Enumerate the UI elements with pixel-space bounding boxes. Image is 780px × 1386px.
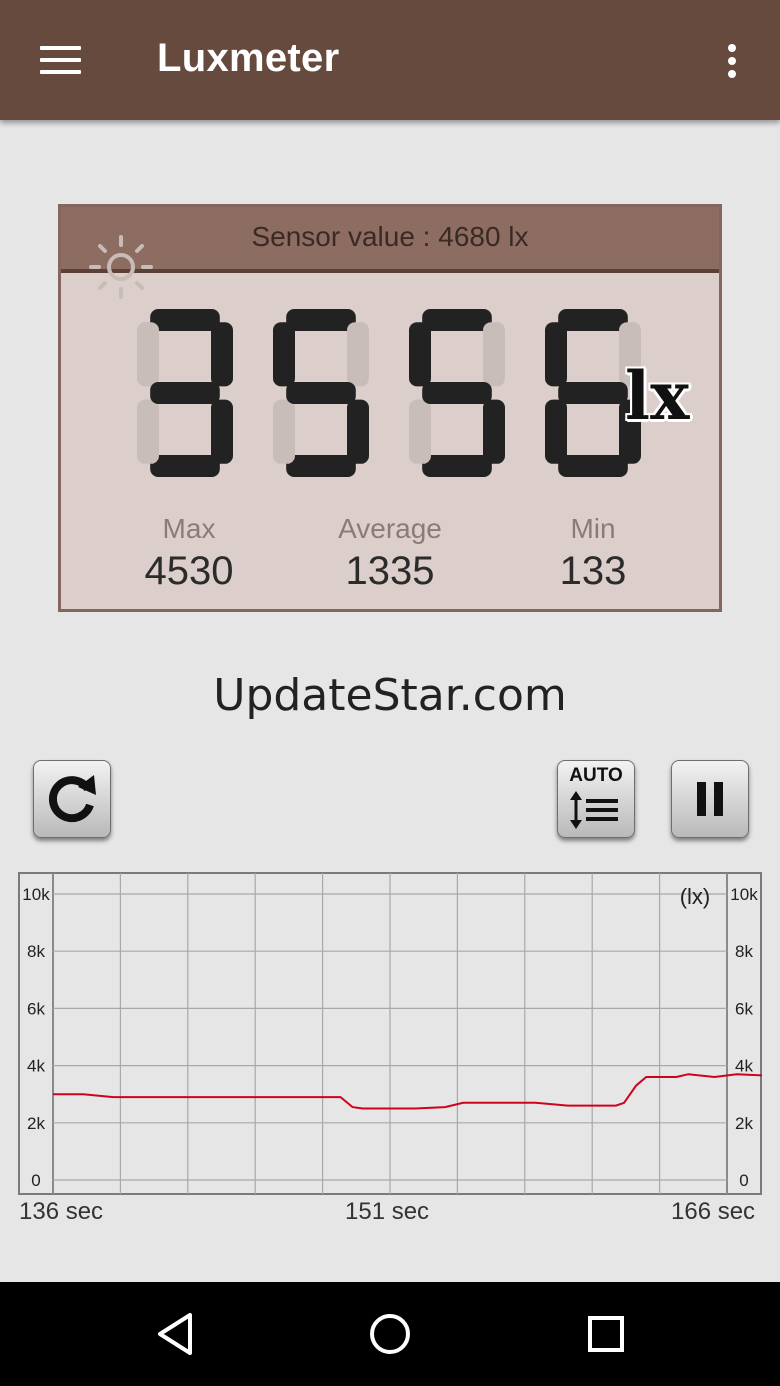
y-tick-label: 0 bbox=[31, 1171, 40, 1190]
digit-2-segment-a bbox=[286, 309, 356, 331]
digit-1-segment-b bbox=[211, 322, 233, 387]
sensor-value-text: Sensor value : 4680 lx bbox=[251, 221, 529, 252]
max-value: 4530 bbox=[144, 549, 234, 593]
refresh-icon bbox=[48, 775, 96, 823]
digit-1-segment-d bbox=[150, 455, 220, 477]
digit-3-segment-d bbox=[422, 455, 492, 477]
lux-unit-label: lx bbox=[625, 357, 690, 435]
digit-3-segment-b bbox=[483, 322, 505, 387]
stat-max: Max 4530 bbox=[89, 513, 289, 594]
y-tick-label: 2k bbox=[27, 1114, 45, 1133]
back-triangle-icon[interactable] bbox=[140, 1299, 210, 1369]
more-vert-icon[interactable] bbox=[716, 38, 750, 84]
digit-2-segment-e bbox=[273, 399, 295, 464]
home-circle-icon[interactable] bbox=[355, 1299, 425, 1369]
hamburger-menu-icon[interactable] bbox=[34, 40, 86, 82]
digit-4-segment-f bbox=[545, 322, 567, 387]
stat-average: Average 1335 bbox=[290, 513, 490, 594]
y-tick-label: 6k bbox=[27, 999, 45, 1018]
y-tick-label: 6k bbox=[735, 999, 753, 1018]
stat-min: Min 133 bbox=[493, 513, 693, 594]
app-bar: Luxmeter bbox=[0, 0, 780, 120]
watermark-text: UpdateStar.com bbox=[213, 670, 567, 721]
digit-3-segment-g bbox=[422, 382, 492, 404]
average-value: 1335 bbox=[345, 549, 435, 593]
y-tick-label: 8k bbox=[27, 942, 45, 961]
chart-unit-label: (lx) bbox=[680, 884, 711, 909]
digit-2-segment-f bbox=[273, 322, 295, 387]
sensor-value-bar: Sensor value : 4680 lx bbox=[61, 207, 719, 273]
lux-reading-display bbox=[137, 309, 641, 477]
x-label-start: 136 sec bbox=[19, 1198, 104, 1225]
digit-4-segment-d bbox=[558, 455, 628, 477]
digit-1-segment-c bbox=[211, 399, 233, 464]
digit-3-segment-f bbox=[409, 322, 431, 387]
app-title: Luxmeter bbox=[157, 36, 340, 80]
min-value: 133 bbox=[559, 549, 627, 593]
auto-scale-icon bbox=[570, 791, 618, 829]
sun-icon bbox=[89, 235, 153, 299]
digit-1-segment-f bbox=[137, 322, 159, 387]
reset-button[interactable] bbox=[33, 760, 111, 838]
y-tick-label: 8k bbox=[735, 942, 753, 961]
digit-3-segment-e bbox=[409, 399, 431, 464]
meter-panel: Sensor value : 4680 lx lx Max 4530 Avera… bbox=[58, 204, 722, 612]
y-tick-label: 2k bbox=[735, 1114, 753, 1133]
auto-scale-button[interactable]: AUTO bbox=[557, 760, 635, 838]
digit-4-segment-a bbox=[558, 309, 628, 331]
digit-1-segment-g bbox=[150, 382, 220, 404]
average-label: Average bbox=[338, 513, 442, 544]
recents-square-icon[interactable] bbox=[571, 1299, 641, 1369]
min-label: Min bbox=[570, 513, 616, 544]
x-label-end: 166 sec bbox=[671, 1198, 756, 1225]
digit-2-segment-d bbox=[286, 455, 356, 477]
digit-3-segment-a bbox=[422, 309, 492, 331]
y-tick-label: 4k bbox=[735, 1057, 753, 1076]
digit-4-segment-g bbox=[558, 382, 628, 404]
y-tick-label: 4k bbox=[27, 1057, 45, 1076]
digit-1-segment-e bbox=[137, 399, 159, 464]
pause-button[interactable] bbox=[671, 760, 749, 838]
y-tick-label: 0 bbox=[739, 1171, 748, 1190]
max-label: Max bbox=[162, 513, 216, 544]
digit-2-segment-g bbox=[286, 382, 356, 404]
digit-1-segment-a bbox=[150, 309, 220, 331]
digit-2-segment-c bbox=[347, 399, 369, 464]
system-nav-bar bbox=[0, 1282, 780, 1386]
digit-2-segment-b bbox=[347, 322, 369, 387]
y-tick-label: 10k bbox=[22, 885, 50, 904]
digit-4-segment-e bbox=[545, 399, 567, 464]
auto-label: AUTO bbox=[569, 765, 623, 786]
pause-icon bbox=[697, 782, 723, 816]
y-tick-label: 10k bbox=[730, 885, 758, 904]
digit-3-segment-c bbox=[483, 399, 505, 464]
lux-history-chart: 0 2k 4k 6k 8k 10k 0 2k 4k 6k 8k 10k (lx) bbox=[18, 872, 762, 1195]
x-label-mid: 151 sec bbox=[345, 1198, 430, 1225]
